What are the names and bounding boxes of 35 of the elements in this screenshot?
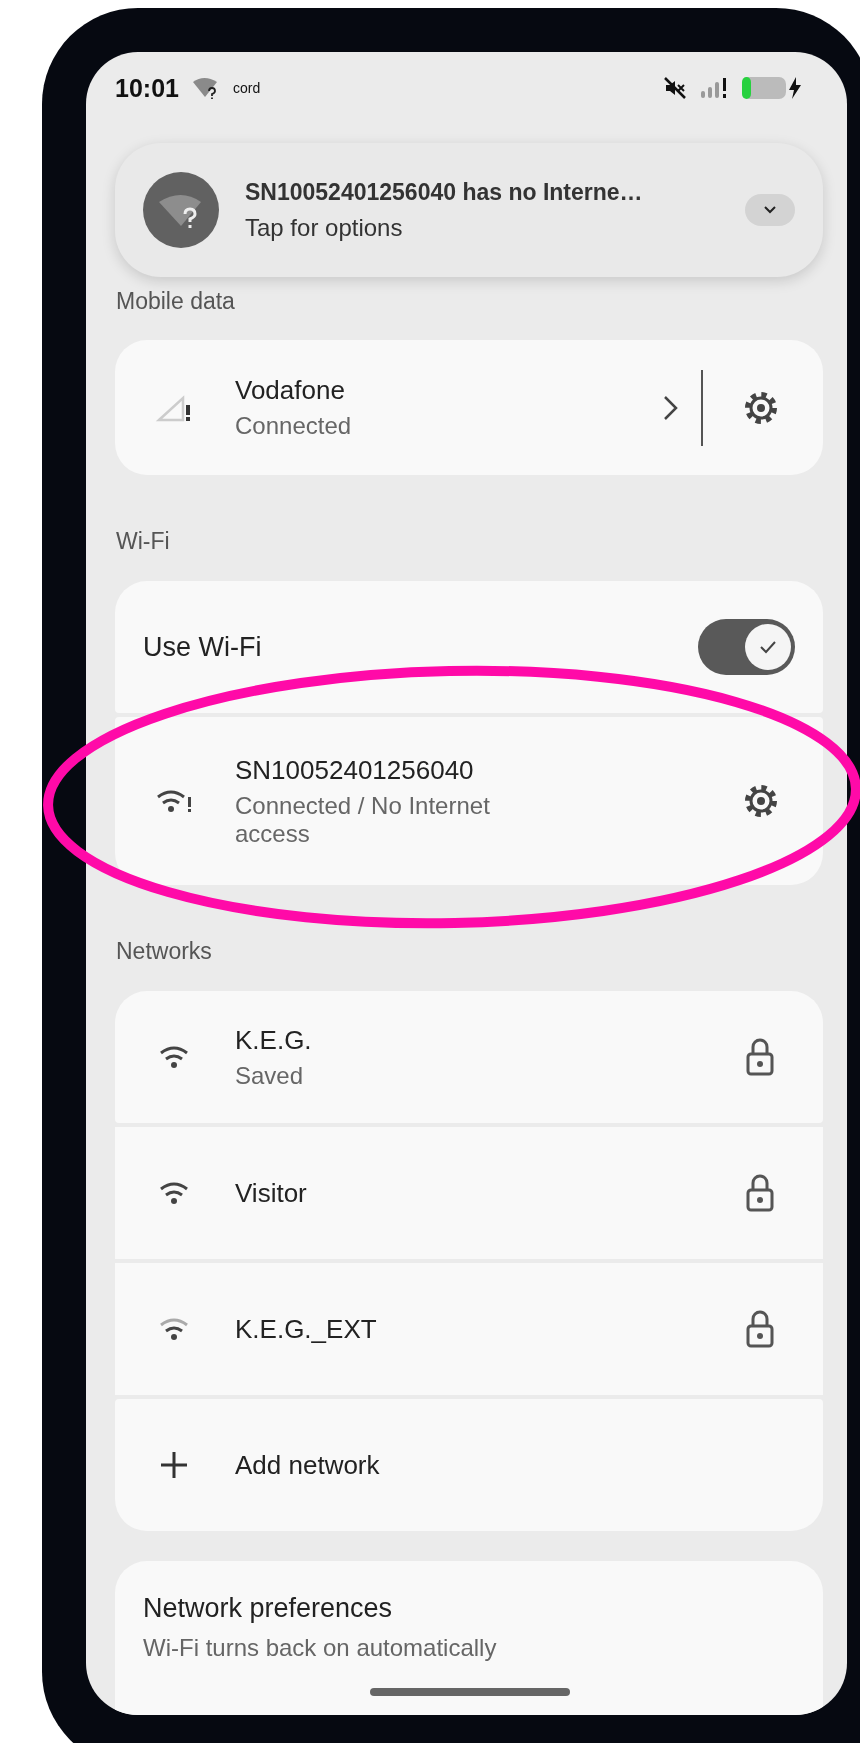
network-row[interactable]: Visitor [115, 1127, 823, 1259]
check-icon [758, 639, 778, 655]
caret-down-icon [763, 205, 777, 215]
carrier-name: Vodafone [235, 375, 346, 406]
section-heading: Mobile data [116, 287, 235, 316]
use-wifi-row[interactable]: Use Wi-Fi [115, 581, 823, 713]
wifi-switch[interactable] [698, 619, 795, 675]
network-name: Visitor [235, 1177, 308, 1209]
toggle-label: Use Wi-Fi [143, 631, 262, 663]
network-row[interactable]: Add network [115, 1399, 823, 1531]
network-name: K.E.G. [235, 1024, 313, 1056]
section-heading: Networks [116, 937, 212, 966]
network-name: Add network [235, 1449, 381, 1481]
notification-subtitle: Tap for options [245, 213, 404, 242]
preferences-title: Network preferences [143, 1593, 394, 1624]
network-row[interactable]: K.E.G. Saved [115, 991, 823, 1123]
network-name: K.E.G._EXT [235, 1313, 378, 1345]
wifi-question-icon [143, 172, 219, 248]
network-status: Connected / No Internet access [235, 791, 491, 848]
section-heading: Wi-Fi [116, 527, 170, 556]
notification-title: SN10052401256040 has no Interne… [245, 178, 644, 206]
notification-card[interactable]: SN10052401256040 has no Interne… Tap for options [115, 143, 823, 277]
battery-charging-icon [741, 75, 803, 101]
signal-icon [699, 76, 729, 100]
carrier-status: Connected [235, 412, 353, 440]
preferences-subtitle: Wi-Fi turns back on automatically [143, 1634, 498, 1662]
preferences-row[interactable]: Network preferences Wi-Fi turns back on automatically [115, 1561, 823, 1715]
network-name: SN10052401256040 [235, 754, 475, 786]
connected-network-row[interactable]: SN10052401256040 Connected / No Internet access [115, 717, 823, 885]
status-carrier: cord [232, 80, 261, 96]
network-status: Saved [235, 1061, 305, 1090]
network-row[interactable]: K.E.G._EXT [115, 1263, 823, 1395]
mute-icon [663, 76, 687, 100]
mobile-data-row[interactable]: Vodafone Connected [115, 340, 823, 475]
status-time: 10:01 [115, 73, 179, 103]
